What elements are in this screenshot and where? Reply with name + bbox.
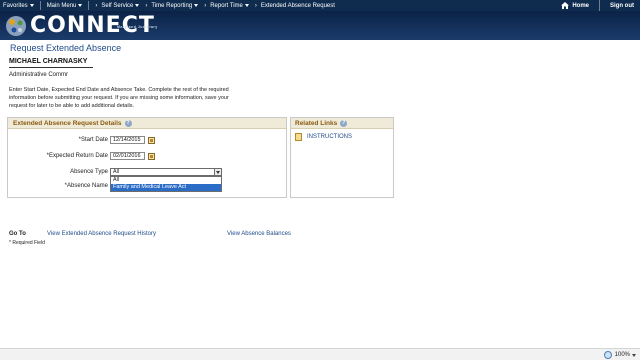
related-links-heading: Related Links ? (291, 118, 393, 129)
main-menu-label: Main Menu (46, 2, 77, 9)
brand-subtitle: Maryland Judiciary (117, 25, 158, 29)
home-icon (561, 2, 570, 9)
absence-name-label: *Absence Name (64, 183, 108, 189)
status-bar: 100% (0, 348, 640, 360)
return-date-label: *Expected Return Date (46, 153, 108, 159)
employee-name-divider (9, 67, 93, 68)
breadcrumb-time-reporting[interactable]: › Time Reporting (145, 2, 199, 9)
nav-separator (599, 0, 600, 11)
calendar-icon[interactable] (148, 137, 155, 144)
employee-title: Administrative Commr (9, 72, 69, 78)
breadcrumb-report-time[interactable]: › Report Time (204, 3, 249, 9)
home-link[interactable]: Home (561, 2, 589, 9)
chevron-right-icon: › (95, 2, 98, 9)
report-time-label: Report Time (210, 2, 243, 9)
employee-name: MICHAEL CHARNASKY (9, 58, 88, 65)
required-field-note: * Required Field (9, 240, 45, 246)
goto-label: Go To (9, 231, 26, 237)
return-date-input[interactable]: 02/01/2016 (110, 152, 145, 160)
instructions-link[interactable]: INSTRUCTIONS (307, 134, 352, 140)
home-label: Home (572, 2, 589, 9)
chevron-down-icon (135, 4, 140, 7)
zoom-level: 100% (614, 352, 630, 358)
request-details-title: Extended Absence Request Details (13, 119, 122, 127)
chevron-down-icon (78, 4, 83, 7)
chevron-right-icon: › (204, 2, 207, 9)
logo-mark-icon (6, 15, 26, 36)
chevron-right-icon: › (254, 2, 257, 9)
related-links-panel: Related Links ? INSTRUCTIONS (290, 117, 394, 198)
time-reporting-label: Time Reporting (151, 2, 193, 9)
document-icon (295, 133, 302, 141)
related-links-title: Related Links (295, 119, 338, 127)
nav-separator (39, 1, 41, 10)
chevron-down-icon (194, 4, 199, 7)
calendar-icon[interactable] (148, 153, 155, 160)
chevron-down-icon (29, 4, 34, 7)
chevron-down-icon (632, 353, 636, 357)
dropdown-option[interactable]: All (111, 177, 221, 184)
top-navigation-bar: Favorites Main Menu › Self Service › Tim… (0, 0, 640, 11)
favorites-menu[interactable]: Favorites (3, 3, 34, 9)
instructions-link-row[interactable]: INSTRUCTIONS (295, 133, 352, 141)
zoom-control[interactable]: 100% (603, 350, 636, 360)
request-details-heading: Extended Absence Request Details ? (8, 118, 286, 129)
start-date-label: *Start Date (78, 137, 108, 143)
breadcrumb-current-page: › Extended Absence Request (255, 3, 335, 9)
chevron-down-icon (244, 4, 249, 7)
current-page-label: Extended Absence Request (260, 2, 335, 9)
start-date-input[interactable]: 12/14/2015 (110, 136, 145, 144)
nav-right-group: Home Sign out (561, 0, 640, 11)
view-request-history-link[interactable]: View Extended Absence Request History (47, 231, 156, 237)
dropdown-option[interactable]: Family and Medical Leave Act (111, 184, 221, 191)
globe-icon (603, 351, 612, 359)
absence-type-label: Absence Type (70, 169, 108, 175)
page-title: Request Extended Absence (10, 43, 122, 53)
absence-type-options: All Family and Medical Leave Act (110, 176, 222, 192)
instructions-text: Enter Start Date, Expected End Date and … (9, 87, 229, 109)
breadcrumb-self-service[interactable]: › Self Service (95, 2, 140, 9)
view-absence-balances-link[interactable]: View Absence Balances (227, 231, 291, 237)
favorites-label: Favorites (3, 2, 28, 9)
dropdown-arrow-icon[interactable] (214, 169, 221, 175)
nav-separator (88, 1, 90, 10)
absence-type-value: All (113, 169, 120, 175)
main-menu[interactable]: Main Menu (47, 3, 83, 9)
help-icon[interactable]: ? (340, 119, 348, 127)
help-icon[interactable]: ? (124, 119, 132, 127)
self-service-label: Self Service (101, 2, 134, 9)
absence-type-select[interactable]: All (110, 168, 222, 176)
sign-out-link[interactable]: Sign out (610, 3, 634, 9)
chevron-right-icon: › (145, 2, 148, 9)
